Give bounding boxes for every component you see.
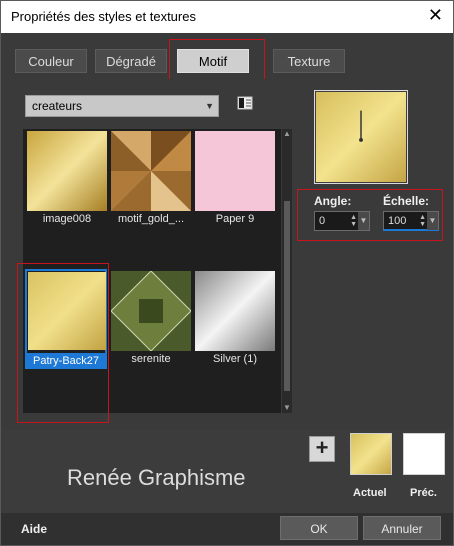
help-link[interactable]: Aide [21,522,47,536]
pattern-thumbnail [27,131,107,211]
cancel-button[interactable]: Annuler [363,516,441,540]
pattern-item[interactable]: motif_gold_... [111,131,191,225]
pattern-preview[interactable] [314,90,408,184]
scrollbar-thumb[interactable] [284,201,290,391]
highlight-selected-pattern [17,263,109,423]
library-icon[interactable] [237,96,253,110]
current-label: Actuel [353,487,387,499]
pattern-thumbnail [195,271,275,351]
pattern-name: Silver (1) [212,353,257,365]
updown-icon[interactable]: ▲ ▼ [350,214,357,228]
angle-spinbox[interactable]: 0 ▲ ▼ ▼ [314,211,370,231]
current-swatch[interactable] [350,433,392,475]
scale-spinbox[interactable]: 100 ▲ ▼ ▼ [383,211,439,231]
category-select[interactable]: createurs ▼ [25,95,219,117]
previous-swatch[interactable] [403,433,445,475]
angle-label: Angle: [314,194,352,208]
tab-couleur[interactable]: Couleur [15,49,87,73]
pattern-item[interactable]: Silver (1) [195,271,275,365]
pattern-item[interactable]: serenite [111,271,191,365]
previous-label: Préc. [410,487,437,499]
scale-label: Échelle: [383,194,430,208]
pattern-name: motif_gold_... [117,213,185,225]
pattern-thumbnail [195,131,275,211]
angle-value: 0 [319,215,326,227]
close-icon[interactable]: ✕ [428,5,443,26]
add-swatch-button[interactable]: + [309,436,335,462]
scale-value: 100 [388,215,407,227]
pattern-scrollbar[interactable]: ▲ ▼ [282,129,292,413]
ok-button[interactable]: OK [280,516,358,540]
title-bar: Propriétés des styles et textures ✕ [1,1,453,33]
chevron-up-icon[interactable]: ▲ [282,129,292,139]
chevron-down-icon[interactable]: ▼ [358,212,369,230]
pattern-thumbnail [111,131,191,211]
pattern-item[interactable]: Paper 9 [195,131,275,225]
signature-text: Renée Graphisme [67,465,246,490]
pattern-name: Paper 9 [215,213,255,225]
chevron-down-icon[interactable]: ▼ [282,403,292,413]
pattern-item[interactable]: image008 [27,131,107,225]
tab-texture[interactable]: Texture [273,49,345,73]
highlight-motif-tab [169,39,265,83]
pattern-thumbnail [111,271,191,351]
chevron-down-icon: ▼ [205,101,214,111]
updown-icon[interactable]: ▲ ▼ [419,214,426,228]
dialog-window: Propriétés des styles et textures ✕ Coul… [0,0,454,546]
window-title: Propriétés des styles et textures [11,9,196,24]
pattern-name: image008 [42,213,92,225]
category-select-value: createurs [32,99,83,113]
chevron-down-icon[interactable]: ▼ [427,212,438,230]
pattern-name: serenite [131,353,171,365]
tab-degrade[interactable]: Dégradé [95,49,167,73]
